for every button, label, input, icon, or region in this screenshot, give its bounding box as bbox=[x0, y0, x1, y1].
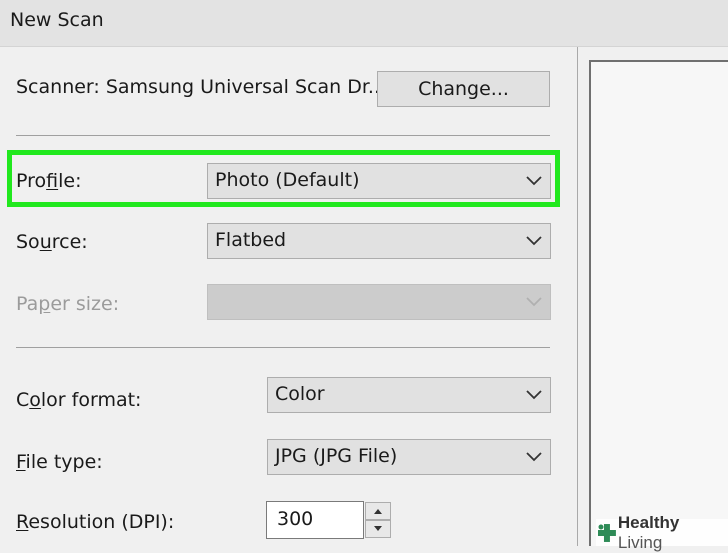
watermark-text: Healthy Living bbox=[617, 512, 680, 552]
chevron-down-icon bbox=[526, 452, 542, 462]
source-label: Source: bbox=[16, 231, 88, 253]
resolution-label: Resolution (DPI): bbox=[16, 511, 175, 533]
change-scanner-button[interactable]: Change... bbox=[377, 71, 550, 107]
chevron-down-icon bbox=[526, 176, 542, 186]
profile-select-value: Photo (Default) bbox=[215, 169, 360, 191]
health-cross-icon bbox=[597, 523, 616, 542]
resolution-input[interactable]: 300 bbox=[266, 501, 364, 539]
scanner-label: Scanner: Samsung Universal Scan Dr... bbox=[16, 76, 387, 98]
profile-label: Profile: bbox=[16, 170, 82, 192]
paper-size-label: Paper size: bbox=[16, 293, 120, 315]
window-title: New Scan bbox=[10, 9, 104, 31]
color-format-label: Color format: bbox=[16, 389, 142, 411]
resolution-increment-button[interactable] bbox=[365, 502, 391, 520]
source-select-value: Flatbed bbox=[215, 229, 287, 251]
file-type-select-value: JPG (JPG File) bbox=[275, 445, 398, 467]
watermark: Healthy Living bbox=[596, 513, 728, 552]
profile-select[interactable]: Photo (Default) bbox=[207, 163, 551, 199]
resolution-decrement-button[interactable] bbox=[365, 520, 391, 538]
color-format-select[interactable]: Color bbox=[267, 377, 551, 413]
chevron-down-icon bbox=[526, 297, 542, 307]
file-type-label: File type: bbox=[16, 451, 103, 473]
source-select[interactable]: Flatbed bbox=[207, 223, 551, 259]
separator bbox=[16, 347, 550, 348]
triangle-down-icon bbox=[374, 526, 382, 531]
resolution-value: 300 bbox=[277, 508, 314, 530]
separator bbox=[16, 135, 550, 136]
triangle-up-icon bbox=[374, 509, 382, 514]
preview-image-area bbox=[589, 60, 728, 546]
chevron-down-icon bbox=[526, 390, 542, 400]
title-bar: New Scan bbox=[0, 0, 728, 47]
chevron-down-icon bbox=[526, 236, 542, 246]
paper-size-select bbox=[207, 284, 551, 320]
change-button-label: Change... bbox=[418, 78, 509, 100]
file-type-select[interactable]: JPG (JPG File) bbox=[267, 439, 551, 475]
color-format-select-value: Color bbox=[275, 383, 325, 405]
